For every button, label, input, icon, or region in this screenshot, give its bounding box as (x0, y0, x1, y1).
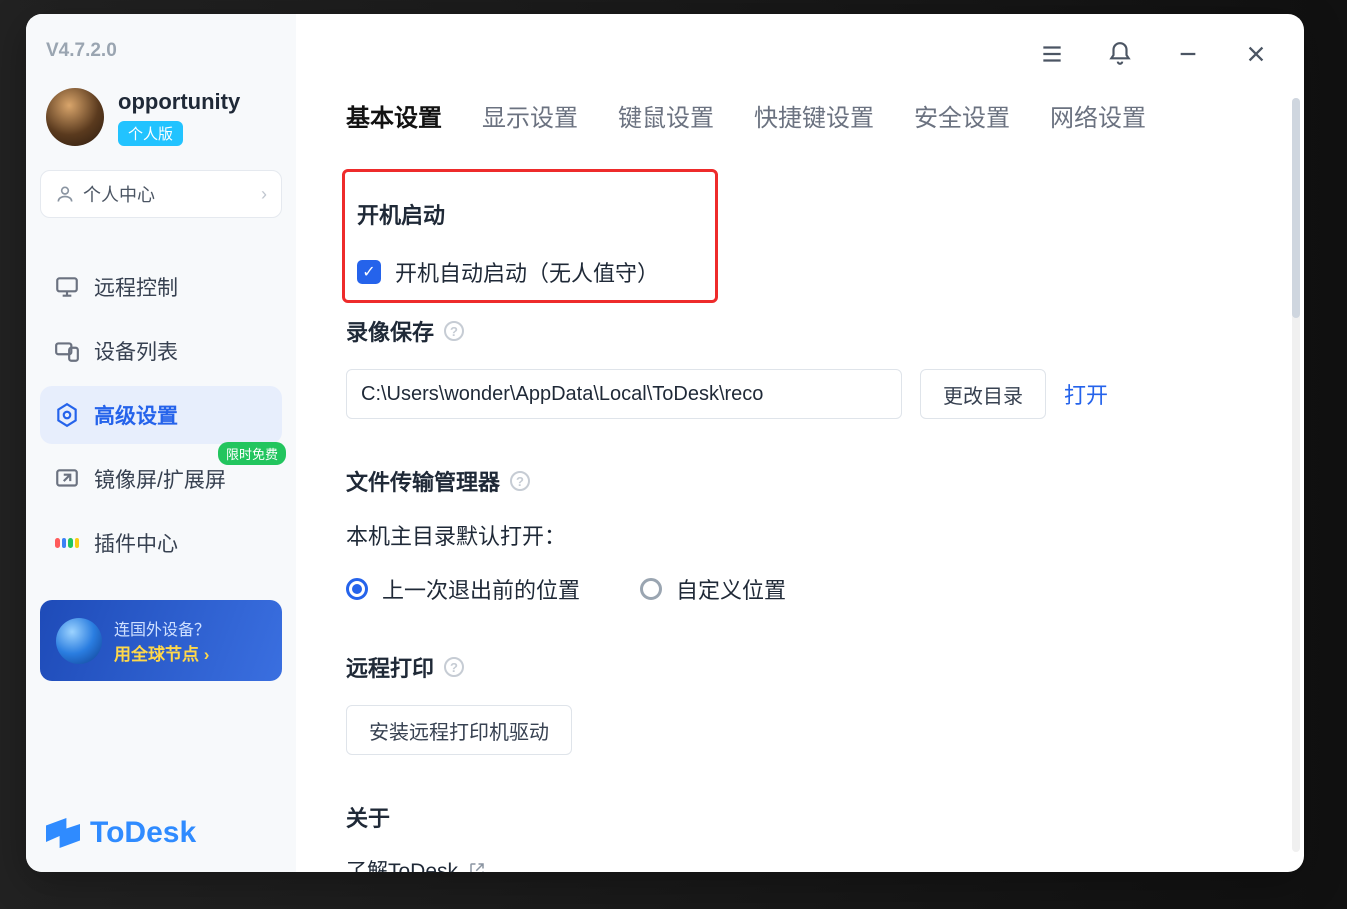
scrollbar-thumb[interactable] (1292, 98, 1300, 318)
radio-unchecked-icon (640, 578, 662, 600)
nav-mirror-extend[interactable]: 限时免费 镜像屏/扩展屏 (40, 450, 282, 508)
external-screen-icon (54, 466, 80, 492)
tab-basic[interactable]: 基本设置 (346, 94, 442, 137)
main: 基本设置 显示设置 键鼠设置 快捷键设置 安全设置 网络设置 开机启动 ✓ 开机… (296, 14, 1304, 872)
help-icon[interactable]: ? (510, 471, 530, 491)
startup-checkbox-label: 开机自动启动（无人值守） (395, 256, 659, 288)
filetransfer-subtitle: 本机主目录默认打开： (346, 519, 1254, 551)
help-icon[interactable]: ? (444, 657, 464, 677)
change-dir-button[interactable]: 更改目录 (920, 369, 1046, 419)
nav-label: 高级设置 (94, 400, 178, 430)
brand-text: ToDesk (90, 816, 196, 850)
minimize-icon[interactable] (1174, 40, 1202, 68)
learn-todesk-link[interactable]: 了解ToDesk (346, 855, 1254, 872)
brand-logo-icon (46, 818, 80, 848)
user-name: opportunity (118, 89, 240, 115)
gear-hex-icon (54, 402, 80, 428)
bell-icon[interactable] (1106, 40, 1134, 68)
nav-label: 远程控制 (94, 272, 178, 302)
install-printer-driver-button[interactable]: 安装远程打印机驱动 (346, 705, 572, 755)
nav-remote-control[interactable]: 远程控制 (40, 258, 282, 316)
tab-display[interactable]: 显示设置 (482, 94, 578, 137)
settings-tabs: 基本设置 显示设置 键鼠设置 快捷键设置 安全设置 网络设置 (346, 94, 1254, 137)
plan-badge: 个人版 (118, 121, 183, 146)
tab-shortcut[interactable]: 快捷键设置 (754, 94, 874, 137)
nav-plugin-center[interactable]: 插件中心 (40, 514, 282, 572)
monitor-icon (54, 274, 80, 300)
section-remoteprint-title: 远程打印 ? (346, 651, 1254, 683)
section-recording-title: 录像保存 ? (346, 315, 1254, 347)
radio-custom-position[interactable]: 自定义位置 (640, 573, 786, 605)
settings-content: 基本设置 显示设置 键鼠设置 快捷键设置 安全设置 网络设置 开机启动 ✓ 开机… (296, 94, 1304, 872)
nav-label: 镜像屏/扩展屏 (94, 464, 226, 494)
tab-security[interactable]: 安全设置 (914, 94, 1010, 137)
recording-path-input[interactable] (346, 369, 902, 419)
radio-checked-icon (346, 578, 368, 600)
promo-banner[interactable]: 连国外设备？ 用全球节点 › (40, 600, 282, 681)
user-block: opportunity 个人版 (40, 84, 282, 160)
user-icon (55, 184, 75, 204)
menu-icon[interactable] (1038, 40, 1066, 68)
promo-line2: 用全球节点 › (114, 640, 210, 665)
section-startup-title: 开机启动 (357, 198, 703, 230)
personal-center-button[interactable]: 个人中心 › (40, 170, 282, 218)
open-dir-link[interactable]: 打开 (1064, 378, 1108, 410)
version-label: V4.7.2.0 (40, 32, 282, 84)
highlight-box: 开机启动 ✓ 开机自动启动（无人值守） (342, 169, 718, 303)
radio-last-position[interactable]: 上一次退出前的位置 (346, 573, 580, 605)
titlebar (296, 14, 1304, 94)
personal-center-label: 个人中心 (83, 181, 155, 207)
sidebar-nav: 远程控制 设备列表 高级设置 限时免费 镜像屏/扩展屏 (40, 258, 282, 572)
chevron-right-icon: › (261, 184, 267, 205)
section-filetransfer-title: 文件传输管理器 ? (346, 465, 1254, 497)
help-icon[interactable]: ? (444, 321, 464, 341)
free-badge: 限时免费 (218, 442, 286, 465)
external-link-icon (468, 861, 486, 872)
nav-label: 设备列表 (94, 336, 178, 366)
plugin-icon (54, 530, 80, 556)
sidebar: V4.7.2.0 opportunity 个人版 个人中心 › 远程 (26, 14, 296, 872)
radio-label: 自定义位置 (676, 573, 786, 605)
globe-icon (56, 618, 102, 664)
checkbox-checked-icon[interactable]: ✓ (357, 260, 381, 284)
tab-keymouse[interactable]: 键鼠设置 (618, 94, 714, 137)
promo-line1: 连国外设备？ (114, 616, 210, 640)
nav-device-list[interactable]: 设备列表 (40, 322, 282, 380)
startup-checkbox-row[interactable]: ✓ 开机自动启动（无人值守） (357, 256, 703, 288)
section-about-title: 关于 (346, 801, 1254, 833)
tab-network[interactable]: 网络设置 (1050, 94, 1146, 137)
app-window: V4.7.2.0 opportunity 个人版 个人中心 › 远程 (26, 14, 1304, 872)
avatar[interactable] (46, 88, 104, 146)
close-icon[interactable] (1242, 40, 1270, 68)
nav-label: 插件中心 (94, 528, 178, 558)
brand: ToDesk (40, 796, 282, 854)
radio-label: 上一次退出前的位置 (382, 573, 580, 605)
nav-advanced-settings[interactable]: 高级设置 (40, 386, 282, 444)
devices-icon (54, 338, 80, 364)
